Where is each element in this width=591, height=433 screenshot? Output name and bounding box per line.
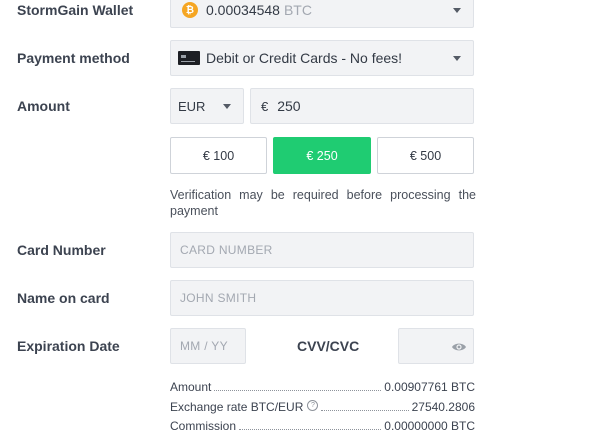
leader-dots: [214, 390, 382, 391]
leader-dots: [321, 410, 409, 411]
card-number-label: Card Number: [17, 242, 106, 258]
summary-amount-row: Amount 0.00907761 BTC: [170, 380, 475, 394]
card-icon: [178, 51, 200, 65]
wallet-label: StormGain Wallet: [17, 2, 134, 18]
payment-method-label: Payment method: [17, 50, 130, 66]
summary-commission-row: Commission 0.00000000 BTC: [170, 419, 475, 433]
preset-100-button[interactable]: € 100: [170, 137, 267, 174]
preset-250-button[interactable]: € 250: [273, 137, 371, 174]
cvv-input[interactable]: [398, 328, 474, 364]
currency-value: EUR: [178, 98, 206, 114]
cvv-label: CVV/CVC: [297, 338, 360, 354]
verification-note: Verification may be required before proc…: [170, 188, 476, 218]
chevron-down-icon: [223, 104, 231, 109]
wallet-currency: BTC: [283, 2, 312, 18]
amount-input[interactable]: € 250: [250, 88, 474, 124]
summary-commission-label: Commission: [170, 419, 237, 433]
expiration-date-label: Expiration Date: [17, 338, 120, 354]
wallet-select[interactable]: ₿ 0.00034548 BTC: [170, 0, 474, 28]
wallet-balance: 0.00034548: [206, 2, 280, 18]
currency-symbol: €: [261, 98, 269, 114]
name-on-card-label: Name on card: [17, 290, 110, 306]
info-icon[interactable]: ?: [307, 400, 319, 411]
payment-method-select[interactable]: Debit or Credit Cards - No fees!: [170, 40, 474, 76]
currency-select[interactable]: EUR: [170, 88, 244, 124]
chevron-down-icon: [453, 56, 461, 61]
chevron-down-icon: [453, 8, 461, 13]
expiration-date-input[interactable]: MM / YY: [170, 328, 246, 364]
name-on-card-placeholder: JOHN SMITH: [180, 291, 257, 305]
summary-rate-label: Exchange rate BTC/EUR: [170, 400, 304, 414]
summary-amount-value: 0.00907761 BTC: [384, 380, 475, 394]
summary-amount-label: Amount: [170, 380, 212, 394]
summary-rate-row: Exchange rate BTC/EUR ? 27540.2806: [170, 400, 475, 414]
card-number-placeholder: CARD NUMBER: [180, 243, 273, 257]
amount-label: Amount: [17, 98, 70, 114]
card-number-input[interactable]: CARD NUMBER: [170, 232, 474, 268]
name-on-card-input[interactable]: JOHN SMITH: [170, 280, 474, 316]
eye-icon[interactable]: [451, 339, 467, 355]
preset-500-button[interactable]: € 500: [377, 137, 474, 174]
bitcoin-icon: ₿: [182, 2, 198, 18]
summary-commission-value: 0.00000000 BTC: [384, 419, 475, 433]
amount-value: 250: [277, 98, 301, 114]
expiration-placeholder: MM / YY: [180, 339, 228, 353]
payment-method-value: Debit or Credit Cards - No fees!: [206, 50, 403, 66]
summary-rate-value: 27540.2806: [411, 400, 475, 414]
